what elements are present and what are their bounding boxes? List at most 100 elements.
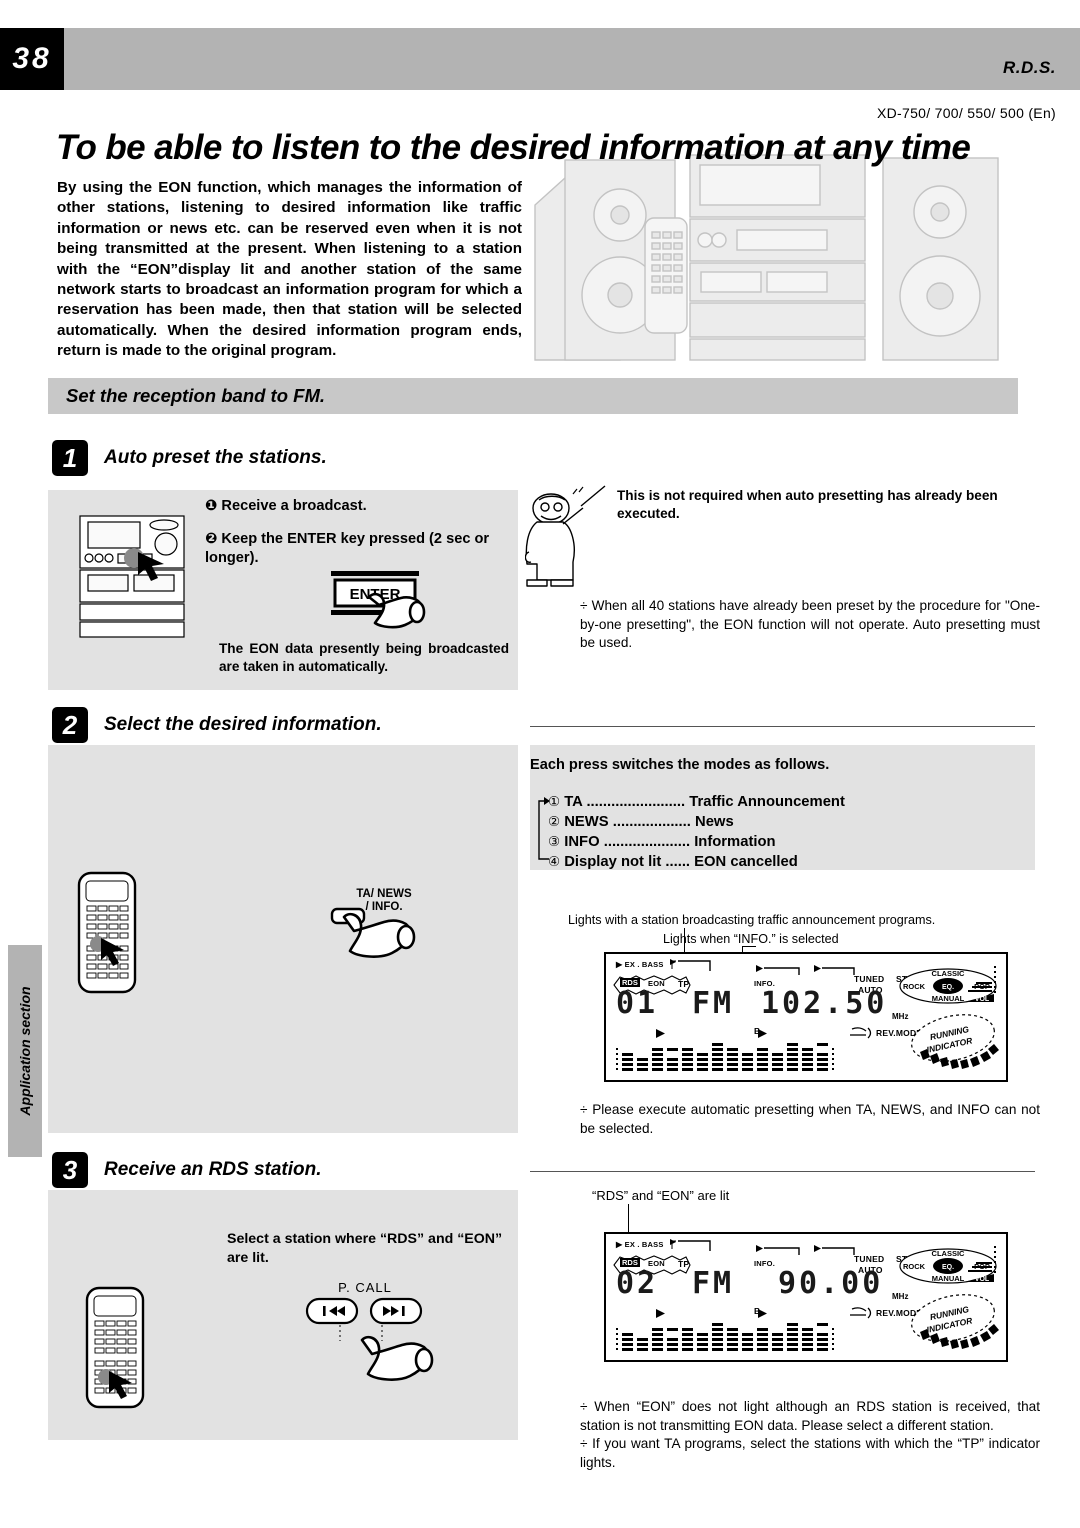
lcd2-rock-label: ROCK [903,1262,926,1271]
each-press-label: Each press switches the modes as follows… [530,757,830,773]
pointing-hand-icon [330,907,416,958]
mode-dots: ................... [612,814,691,830]
mode-item: ④ Display not lit ...... EON cancelled [548,852,1028,872]
mode-key: NEWS [564,814,609,830]
note-bullet-icon: ÷ [580,1399,588,1414]
lcd2-eq-label: EQ. [942,1264,954,1271]
step-1-bullet-2-text: Keep the ENTER key pressed (2 sec or lon… [205,531,490,566]
step-3-note-2: ÷ If you want TA programs, select the st… [580,1435,1040,1472]
mode-number: ① [548,794,561,809]
remote-control-illustration[interactable] [76,870,138,995]
step-3-header: 3 Receive an RDS station. [52,1152,322,1188]
step-1-number: 1 [52,440,88,476]
mode-item: ② NEWS ................... News [548,812,1028,832]
model-line: XD-750/ 700/ 550/ 500 (En) [876,105,1056,121]
callout-hline-info [742,946,756,947]
step-1-caption: The EON data presently being broadcasted… [219,641,509,674]
section-label: R.D.S. [1002,58,1056,77]
lcd1-vol-label: VOL [975,996,990,1003]
lcd2-info-indicator: INFO. [754,1259,775,1268]
mode-key: INFO [564,834,600,850]
step-3-number: 3 [52,1152,88,1188]
mode-desc: Traffic Announcement [689,794,845,810]
step-1-bullet-1: ❶ Receive a broadcast. [205,496,505,516]
page-title: To be able to listen to the desired info… [56,128,971,167]
step-1-bullet-2: ❷ Keep the ENTER key pressed (2 sec or l… [205,529,510,568]
lcd2-running-indicator: RUNNING INDICATOR [911,1294,999,1349]
lcd-display-2: ▶ EX . BASS TUNED STEREO AUTO RDS EON TP… [604,1232,1008,1362]
mode-dots: ........................ [586,794,686,810]
lcd1-b-mark: B [754,1026,761,1036]
lcd2-vol-label: VOL [975,1276,990,1283]
lcd1-eq-label: EQ. [942,984,954,991]
lcd1-band: FM [692,986,735,1021]
bullet-marker-2: ❷ [205,530,218,547]
step-2-divider [530,726,1035,727]
step-3-note-1: ÷ When “EON” does not light although an … [580,1398,1040,1435]
p-call-buttons[interactable] [305,1295,425,1327]
side-tab-label: Application section [17,986,33,1116]
lcd-1-note-info: Lights when “INFO.” is selected [663,932,839,946]
modes-list: ① TA ........................ Traffic An… [548,792,1028,872]
mode-key: TA [564,794,583,810]
step-3-title: Receive an RDS station. [104,1159,322,1180]
band-bar: Set the reception band to FM. [48,378,1018,414]
step-1-bullet-1-text: Receive a broadcast. [221,498,367,514]
note-bullet-icon: ÷ [580,1436,588,1452]
step-3-note-2-text: If you want TA programs, select the stat… [580,1436,1040,1470]
lcd2-band: FM [692,1266,735,1301]
mode-desc: News [695,814,734,830]
lcd2-spectrum-analyzer [616,1323,834,1351]
step-1-right-note-text: When all 40 stations have already been p… [580,598,1040,651]
lcd2-tp-indicator: TP [678,1259,690,1269]
mode-desc: Information [694,834,776,850]
step-2-title: Select the desired information. [104,714,382,735]
note-bullet-icon: ÷ [580,598,588,613]
mode-number: ③ [548,834,561,849]
stereo-unit-illustration [79,515,185,638]
lcd1-tp-indicator: TP [678,979,690,989]
step-3-notes: ÷ When “EON” does not light although an … [580,1398,1040,1472]
step-3-divider [530,1171,1035,1172]
mode-dots: ...... [665,854,691,870]
mode-dots: ..................... [603,834,691,850]
enter-key-illustration[interactable]: ENTER [325,565,445,648]
mode-key: Display not lit [564,854,662,870]
lcd2-tuned-label: TUNED [854,1254,885,1264]
mode-number: ④ [548,854,561,869]
pointing-hand-icon-2 [360,1335,434,1381]
lcd-1-note-tp: Lights with a station broadcasting traff… [568,913,936,927]
band-bar-label: Set the reception band to FM. [66,385,326,406]
step-1-right-note-bold: This is not required when auto presettin… [617,488,998,521]
step-2-header: 2 Select the desired information. [52,707,382,743]
ta-news-info-label-line1: TA/ NEWS [356,888,412,900]
lcd2-frequency: 90.00 [778,1266,884,1301]
note-bullet-icon: ÷ [580,1102,588,1117]
lcd1-preset-number: 01 [616,986,659,1021]
step-3-note-1-text: When “EON” does not light although an RD… [580,1399,1040,1433]
lcd1-running-indicator: RUNNING INDICATOR [911,1014,999,1069]
lcd1-tuned-label: TUNED [854,974,885,984]
lcd2-b-mark: B [754,1306,761,1316]
step-1-title: Auto preset the stations. [104,447,327,468]
lcd1-rock-label: ROCK [903,982,926,991]
mode-item: ③ INFO ..................... Information [548,832,1028,852]
step-3-caption: Select a station where “RDS” and “EON” a… [227,1231,503,1266]
step-1-right-note: ÷ When all 40 stations have already been… [580,597,1040,653]
step-2-note: ÷ Please execute automatic presetting wh… [580,1101,1040,1138]
mode-item: ① TA ........................ Traffic An… [548,792,1028,812]
bullet-marker-1: ❶ [205,497,218,514]
lcd2-preset-number: 02 [616,1266,659,1301]
step-2-number: 2 [52,707,88,743]
step-1-header: 1 Auto preset the stations. [52,440,327,476]
lcd1-spectrum-analyzer [616,1043,834,1071]
lcd2-volume-indicator: VOL [964,1246,996,1283]
p-call-label: P. CALL [338,1280,392,1295]
page-number: 38 [0,28,64,90]
step-2-note-text: Please execute automatic presetting when… [580,1102,1040,1136]
mode-number: ② [548,814,561,829]
side-tab: Application section [8,945,42,1157]
mode-desc: EON cancelled [694,854,798,870]
remote-control-illustration-2[interactable] [84,1285,146,1410]
intro-paragraph: By using the EON function, which manages… [57,179,522,360]
